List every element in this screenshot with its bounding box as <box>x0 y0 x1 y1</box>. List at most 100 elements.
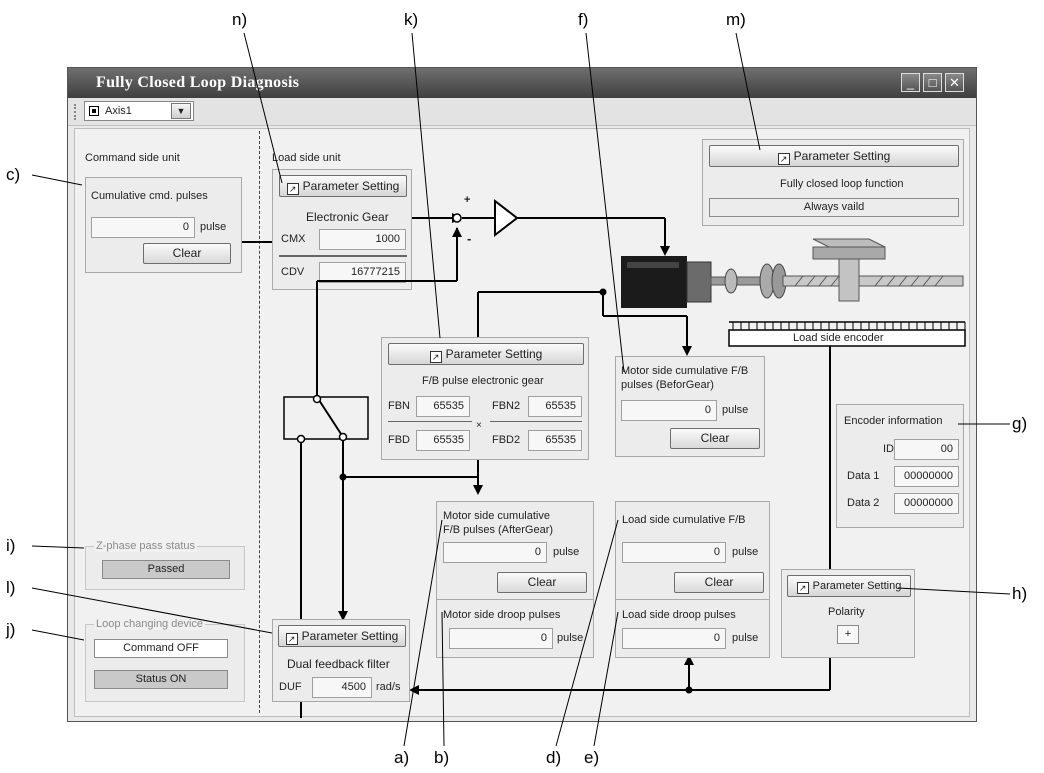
loop-device-command: Command OFF <box>94 639 228 658</box>
zphase-group: Z-phase pass status Passed <box>85 540 245 590</box>
callout-k: k) <box>404 10 419 29</box>
summing-plus: + <box>464 194 471 206</box>
loop-device-group: Loop changing device Command OFF Status … <box>85 618 245 702</box>
motor-after-gear-label-1: Motor side cumulative <box>443 510 550 522</box>
callout-m: m) <box>726 10 746 29</box>
motor-after-gear-unit: pulse <box>553 546 580 558</box>
axis-icon <box>89 106 99 116</box>
zphase-title: Z-phase pass status <box>94 540 198 552</box>
fbn2-value: 65535 <box>528 396 582 417</box>
callout-f: f) <box>578 10 589 29</box>
axis-select-value: Axis1 <box>105 105 132 117</box>
encoder-data1-value: 00000000 <box>894 466 959 487</box>
minimize-button[interactable]: _ <box>901 73 920 92</box>
duf-unit: rad/s <box>376 681 401 693</box>
fb-gear-title: F/B pulse electronic gear <box>422 375 544 387</box>
diagnosis-window: Fully Closed Loop Diagnosis _ □ ✕ Axis1 … <box>67 67 977 722</box>
callout-l: l) <box>6 578 16 597</box>
load-cumulative-label: Load side cumulative F/B <box>622 514 746 526</box>
fbn2-divider <box>490 421 582 422</box>
dual-filter-title: Dual feedback filter <box>287 657 390 671</box>
callout-b: b) <box>434 748 450 767</box>
encoder-data1-label: Data 1 <box>847 470 880 482</box>
fbd2-label: FBD2 <box>492 434 521 446</box>
motor-after-gear-label-2: F/B pulses (AfterGear) <box>443 524 554 536</box>
load-droop-label: Load side droop pulses <box>622 609 736 621</box>
load-droop-divider <box>616 599 769 600</box>
load-cumulative-clear-button[interactable]: Clear <box>674 572 764 593</box>
duf-label: DUF <box>279 681 302 693</box>
motor-droop-unit: pulse <box>557 632 584 644</box>
encoder-id-value: 00 <box>894 439 959 460</box>
dual-filter-parameter-label: Parameter Setting <box>301 629 399 643</box>
title-bar[interactable]: Fully Closed Loop Diagnosis _ □ ✕ <box>68 68 976 98</box>
external-link-icon: ↗ <box>285 633 298 645</box>
fbn-label: FBN <box>388 400 410 412</box>
dual-filter-group: ↗ Parameter Setting Dual feedback filter … <box>272 619 410 702</box>
duf-value: 4500 <box>312 677 372 698</box>
fully-closed-parameter-button[interactable]: ↗ Parameter Setting <box>709 145 959 167</box>
polarity-label: Polarity <box>828 606 865 618</box>
callout-n: n) <box>232 10 248 29</box>
fbd-value: 65535 <box>416 430 470 451</box>
diagnosis-panel: Command side unit Cumulative cmd. pulses… <box>74 128 970 718</box>
callout-j: j) <box>6 620 16 639</box>
load-cumulative-unit: pulse <box>732 546 759 558</box>
callout-h: h) <box>1012 584 1028 603</box>
zphase-value: Passed <box>102 560 230 579</box>
fbn-value: 65535 <box>416 396 470 417</box>
encoder-id-label: ID <box>883 443 894 455</box>
callout-g: g) <box>1012 414 1028 433</box>
polarity-parameter-button[interactable]: ↗ Parameter Setting <box>787 575 911 597</box>
polarity-value: + <box>837 625 859 644</box>
window-title: Fully Closed Loop Diagnosis <box>96 74 300 91</box>
fully-closed-function-group: ↗ Parameter Setting Fully closed loop fun… <box>702 139 964 226</box>
dual-filter-parameter-button[interactable]: ↗ Parameter Setting <box>278 625 406 647</box>
encoder-info-group: Encoder information ID 00 Data 1 0000000… <box>836 404 964 528</box>
fb-gear-parameter-label: Parameter Setting <box>445 347 543 361</box>
encoder-info-title: Encoder information <box>844 415 943 427</box>
external-link-icon: ↗ <box>429 351 442 363</box>
fb-gear-group: ↗ Parameter Setting F/B pulse electronic … <box>381 337 589 460</box>
motor-after-gear-value: 0 <box>443 542 547 563</box>
fb-gear-parameter-button[interactable]: ↗ Parameter Setting <box>388 343 584 365</box>
toolbar-grip-icon <box>74 104 79 120</box>
chevron-down-icon[interactable]: ▼ <box>171 103 191 119</box>
callout-d: d) <box>546 748 562 767</box>
motor-before-gear-label-2: pulses (BeforGear) <box>621 379 714 391</box>
encoder-data2-value: 00000000 <box>894 493 959 514</box>
axis-select[interactable]: Axis1 ▼ <box>84 101 194 121</box>
fbd2-value: 65535 <box>528 430 582 451</box>
motor-before-gear-clear-button[interactable]: Clear <box>670 428 760 449</box>
motor-droop-label: Motor side droop pulses <box>443 609 561 621</box>
callout-i: i) <box>6 536 16 555</box>
fully-closed-function-label: Fully closed loop function <box>780 178 904 190</box>
motor-before-gear-value: 0 <box>621 400 717 421</box>
callout-a: a) <box>394 748 410 767</box>
external-link-icon: ↗ <box>777 153 790 165</box>
fbd-label: FBD <box>388 434 410 446</box>
fully-closed-function-value: Always vaild <box>709 198 959 217</box>
motor-before-gear-unit: pulse <box>722 404 749 416</box>
motor-after-gear-group: Motor side cumulative F/B pulses (AfterG… <box>436 501 594 658</box>
load-droop-value: 0 <box>622 628 726 649</box>
callout-e: e) <box>584 748 600 767</box>
callout-c: c) <box>6 165 21 184</box>
motor-before-gear-label-1: Motor side cumulative F/B <box>621 365 749 377</box>
summing-minus: - <box>467 231 472 246</box>
loop-device-status: Status ON <box>94 670 228 689</box>
motor-droop-divider <box>437 599 593 600</box>
load-cumulative-value: 0 <box>622 542 726 563</box>
load-side-encoder-label: Load side encoder <box>793 332 884 344</box>
fbn-divider <box>388 421 472 422</box>
polarity-parameter-label: Parameter Setting <box>812 580 902 592</box>
close-button[interactable]: ✕ <box>945 73 964 92</box>
encoder-data2-label: Data 2 <box>847 497 880 509</box>
loop-device-title: Loop changing device <box>94 618 206 630</box>
motor-droop-value: 0 <box>449 628 553 649</box>
maximize-button[interactable]: □ <box>923 73 942 92</box>
load-cumulative-group: Load side cumulative F/B 0 pulse Clear L… <box>615 501 770 658</box>
fbn2-label: FBN2 <box>492 400 521 412</box>
motor-after-gear-clear-button[interactable]: Clear <box>497 572 587 593</box>
external-link-icon: ↗ <box>796 582 809 594</box>
